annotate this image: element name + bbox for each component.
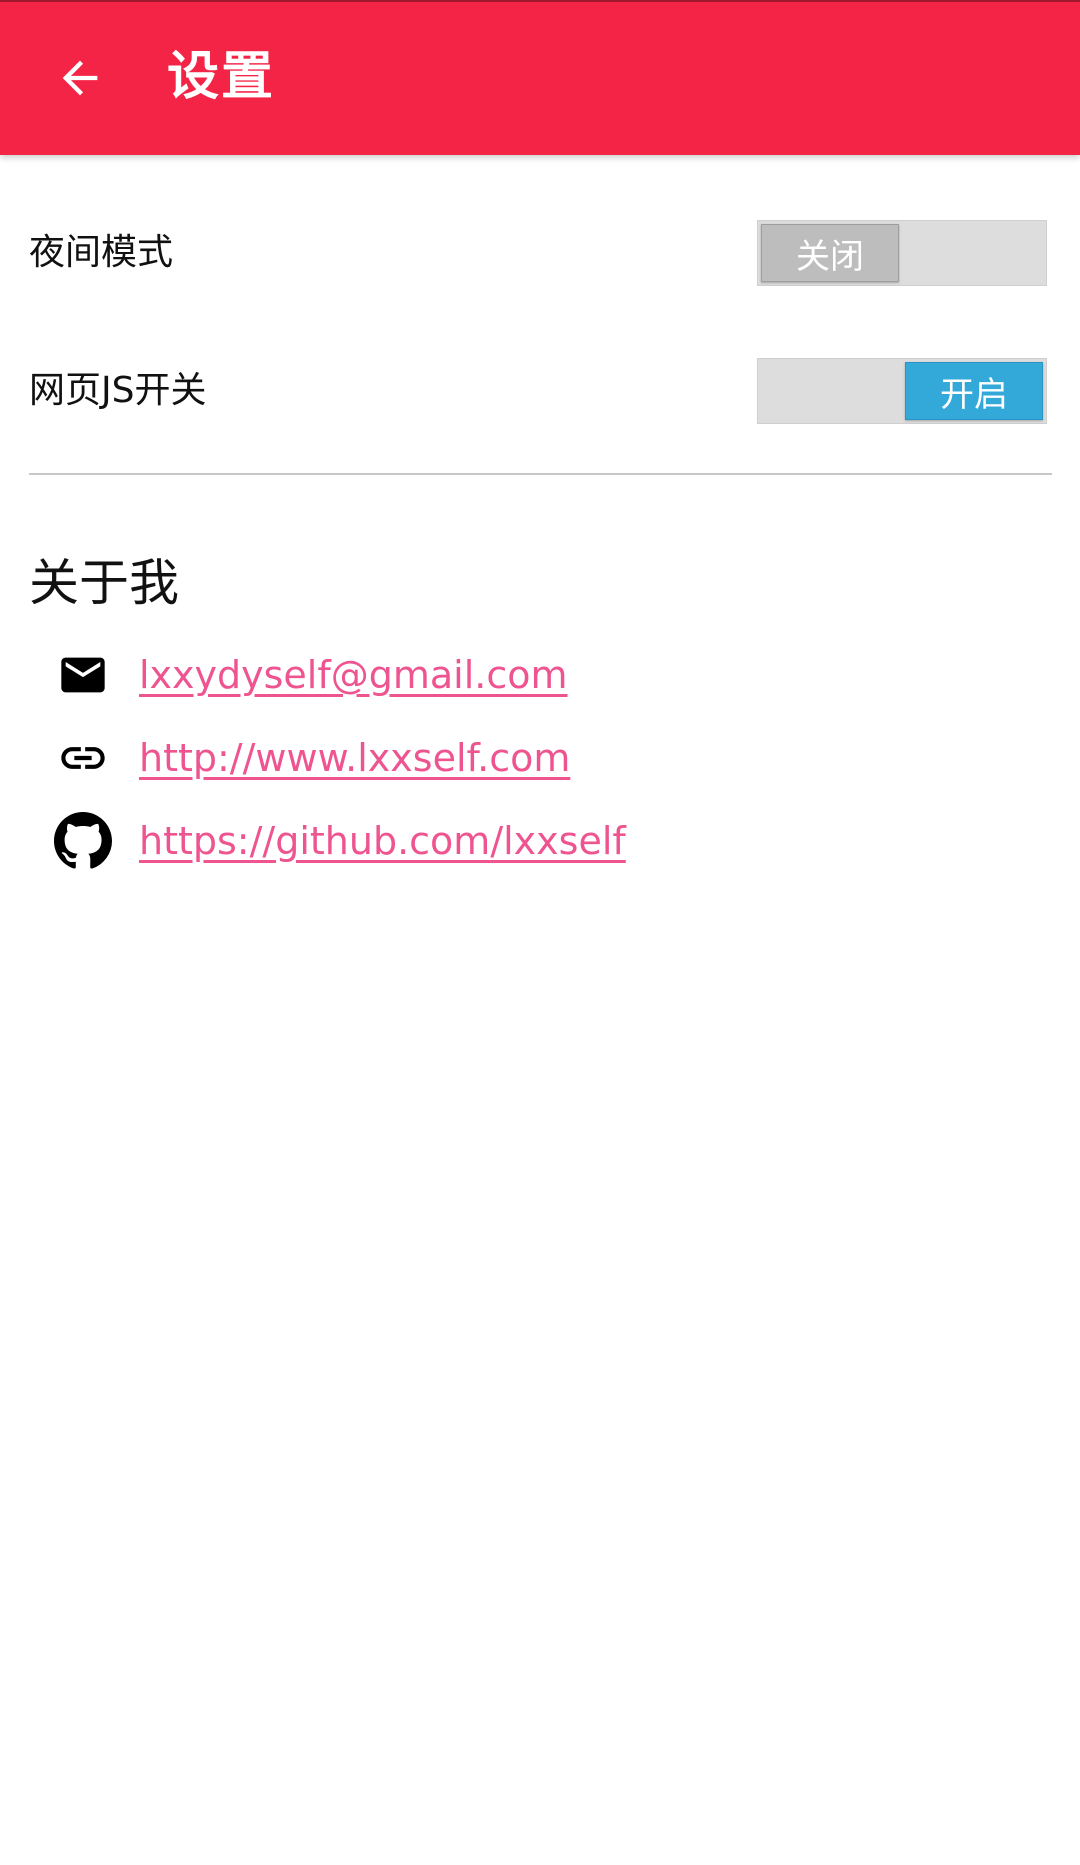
about-link-github: https://github.com/lxxself: [0, 806, 1080, 876]
about-me-title: 关于我: [29, 554, 179, 612]
email-link[interactable]: lxxydyself@gmail.com: [139, 648, 568, 702]
status-bar-edge: [0, 0, 1080, 2]
night-mode-toggle[interactable]: 关闭: [757, 220, 1047, 286]
night-mode-label: 夜间模式: [29, 232, 174, 273]
arrow-back-icon: [62, 60, 98, 96]
night-mode-toggle-thumb: 关闭: [761, 224, 899, 282]
settings-screen: 设置 夜间模式 关闭 网页JS开关 开启 关于我 lxxydyself@gmai…: [0, 0, 1080, 1865]
back-button[interactable]: [40, 38, 120, 118]
js-switch-toggle-thumb: 开启: [905, 362, 1043, 420]
setting-row-js-switch: 网页JS开关 开启: [0, 346, 1080, 436]
divider: [29, 473, 1052, 475]
page-title: 设置: [167, 47, 276, 107]
about-link-email: lxxydyself@gmail.com: [0, 640, 1080, 710]
js-switch-label: 网页JS开关: [29, 370, 207, 411]
link-icon: [53, 730, 113, 786]
website-link[interactable]: http://www.lxxself.com: [139, 731, 570, 785]
github-link[interactable]: https://github.com/lxxself: [139, 814, 626, 868]
mail-icon: [53, 647, 113, 703]
setting-row-night-mode: 夜间模式 关闭: [0, 208, 1080, 298]
js-switch-toggle[interactable]: 开启: [757, 358, 1047, 424]
toolbar: 设置: [0, 0, 1080, 155]
about-link-website: http://www.lxxself.com: [0, 723, 1080, 793]
github-icon: [53, 812, 113, 869]
